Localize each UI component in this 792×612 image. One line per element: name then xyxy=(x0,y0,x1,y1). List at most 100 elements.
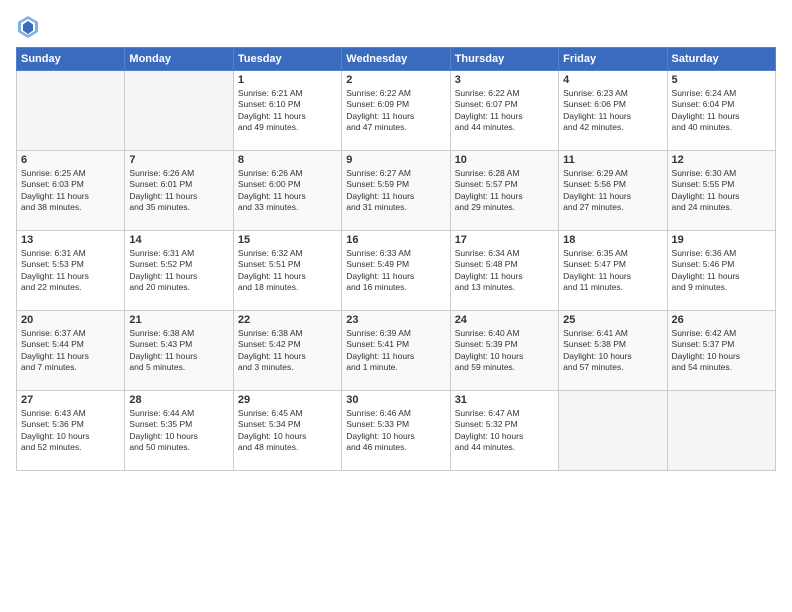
day-info: Sunrise: 6:31 AM Sunset: 5:53 PM Dayligh… xyxy=(21,248,120,294)
calendar-cell: 3 Sunrise: 6:22 AM Sunset: 6:07 PM Daylig… xyxy=(450,71,558,151)
calendar-cell xyxy=(17,71,125,151)
day-number: 13 xyxy=(21,234,120,246)
weekday-header-row: SundayMondayTuesdayWednesdayThursdayFrid… xyxy=(17,48,776,71)
day-number: 12 xyxy=(672,154,771,166)
calendar-cell: 28 Sunrise: 6:44 AM Sunset: 5:35 PM Dayli… xyxy=(125,391,233,471)
calendar-cell: 5 Sunrise: 6:24 AM Sunset: 6:04 PM Daylig… xyxy=(667,71,775,151)
day-number: 30 xyxy=(346,394,445,406)
day-info: Sunrise: 6:25 AM Sunset: 6:03 PM Dayligh… xyxy=(21,168,120,214)
logo xyxy=(16,16,38,43)
day-number: 27 xyxy=(21,394,120,406)
day-info: Sunrise: 6:22 AM Sunset: 6:07 PM Dayligh… xyxy=(455,88,554,134)
calendar-cell: 15 Sunrise: 6:32 AM Sunset: 5:51 PM Dayli… xyxy=(233,231,341,311)
day-info: Sunrise: 6:39 AM Sunset: 5:41 PM Dayligh… xyxy=(346,328,445,374)
day-info: Sunrise: 6:28 AM Sunset: 5:57 PM Dayligh… xyxy=(455,168,554,214)
day-info: Sunrise: 6:33 AM Sunset: 5:49 PM Dayligh… xyxy=(346,248,445,294)
calendar-cell: 26 Sunrise: 6:42 AM Sunset: 5:37 PM Dayli… xyxy=(667,311,775,391)
day-number: 28 xyxy=(129,394,228,406)
day-number: 17 xyxy=(455,234,554,246)
calendar-cell: 23 Sunrise: 6:39 AM Sunset: 5:41 PM Dayli… xyxy=(342,311,450,391)
day-number: 21 xyxy=(129,314,228,326)
day-info: Sunrise: 6:23 AM Sunset: 6:06 PM Dayligh… xyxy=(563,88,662,134)
day-number: 15 xyxy=(238,234,337,246)
day-info: Sunrise: 6:26 AM Sunset: 6:01 PM Dayligh… xyxy=(129,168,228,214)
day-number: 2 xyxy=(346,74,445,86)
day-number: 6 xyxy=(21,154,120,166)
calendar-cell: 30 Sunrise: 6:46 AM Sunset: 5:33 PM Dayli… xyxy=(342,391,450,471)
day-info: Sunrise: 6:26 AM Sunset: 6:00 PM Dayligh… xyxy=(238,168,337,214)
calendar-cell: 18 Sunrise: 6:35 AM Sunset: 5:47 PM Dayli… xyxy=(559,231,667,311)
calendar-cell: 29 Sunrise: 6:45 AM Sunset: 5:34 PM Dayli… xyxy=(233,391,341,471)
weekday-header-thursday: Thursday xyxy=(450,48,558,71)
day-info: Sunrise: 6:34 AM Sunset: 5:48 PM Dayligh… xyxy=(455,248,554,294)
calendar-cell: 9Sunrise: 6:27 AM Sunset: 5:59 PM Daylig… xyxy=(342,151,450,231)
week-row-2: 6 Sunrise: 6:25 AM Sunset: 6:03 PM Daylig… xyxy=(17,151,776,231)
day-number: 22 xyxy=(238,314,337,326)
week-row-3: 13 Sunrise: 6:31 AM Sunset: 5:53 PM Dayli… xyxy=(17,231,776,311)
day-info: Sunrise: 6:38 AM Sunset: 5:42 PM Dayligh… xyxy=(238,328,337,374)
calendar-cell xyxy=(559,391,667,471)
calendar-cell: 21 Sunrise: 6:38 AM Sunset: 5:43 PM Dayli… xyxy=(125,311,233,391)
day-info: Sunrise: 6:30 AM Sunset: 5:55 PM Dayligh… xyxy=(672,168,771,214)
day-info: Sunrise: 6:38 AM Sunset: 5:43 PM Dayligh… xyxy=(129,328,228,374)
week-row-1: 1Sunrise: 6:21 AM Sunset: 6:10 PM Daylig… xyxy=(17,71,776,151)
day-number: 8 xyxy=(238,154,337,166)
calendar-cell: 10 Sunrise: 6:28 AM Sunset: 5:57 PM Dayli… xyxy=(450,151,558,231)
calendar-cell: 14Sunrise: 6:31 AM Sunset: 5:52 PM Dayli… xyxy=(125,231,233,311)
calendar-table: SundayMondayTuesdayWednesdayThursdayFrid… xyxy=(16,47,776,471)
calendar-cell: 12 Sunrise: 6:30 AM Sunset: 5:55 PM Dayli… xyxy=(667,151,775,231)
day-number: 20 xyxy=(21,314,120,326)
calendar-cell: 27 Sunrise: 6:43 AM Sunset: 5:36 PM Dayli… xyxy=(17,391,125,471)
day-number: 11 xyxy=(563,154,662,166)
weekday-header-monday: Monday xyxy=(125,48,233,71)
calendar-cell xyxy=(667,391,775,471)
day-info: Sunrise: 6:35 AM Sunset: 5:47 PM Dayligh… xyxy=(563,248,662,294)
day-number: 3 xyxy=(455,74,554,86)
weekday-header-tuesday: Tuesday xyxy=(233,48,341,71)
day-info: Sunrise: 6:42 AM Sunset: 5:37 PM Dayligh… xyxy=(672,328,771,374)
day-info: Sunrise: 6:45 AM Sunset: 5:34 PM Dayligh… xyxy=(238,408,337,454)
header xyxy=(16,12,776,43)
calendar-cell: 6 Sunrise: 6:25 AM Sunset: 6:03 PM Daylig… xyxy=(17,151,125,231)
day-info: Sunrise: 6:29 AM Sunset: 5:56 PM Dayligh… xyxy=(563,168,662,214)
day-number: 24 xyxy=(455,314,554,326)
day-info: Sunrise: 6:43 AM Sunset: 5:36 PM Dayligh… xyxy=(21,408,120,454)
day-number: 7 xyxy=(129,154,228,166)
weekday-header-saturday: Saturday xyxy=(667,48,775,71)
calendar-cell: 13 Sunrise: 6:31 AM Sunset: 5:53 PM Dayli… xyxy=(17,231,125,311)
day-number: 5 xyxy=(672,74,771,86)
day-number: 10 xyxy=(455,154,554,166)
day-info: Sunrise: 6:31 AM Sunset: 5:52 PM Dayligh… xyxy=(129,248,228,294)
day-number: 23 xyxy=(346,314,445,326)
calendar-cell: 22 Sunrise: 6:38 AM Sunset: 5:42 PM Dayli… xyxy=(233,311,341,391)
day-number: 31 xyxy=(455,394,554,406)
calendar-cell: 25 Sunrise: 6:41 AM Sunset: 5:38 PM Dayli… xyxy=(559,311,667,391)
day-number: 19 xyxy=(672,234,771,246)
day-info: Sunrise: 6:46 AM Sunset: 5:33 PM Dayligh… xyxy=(346,408,445,454)
day-info: Sunrise: 6:32 AM Sunset: 5:51 PM Dayligh… xyxy=(238,248,337,294)
day-number: 26 xyxy=(672,314,771,326)
day-info: Sunrise: 6:40 AM Sunset: 5:39 PM Dayligh… xyxy=(455,328,554,374)
logo-icon xyxy=(18,16,38,38)
day-info: Sunrise: 6:36 AM Sunset: 5:46 PM Dayligh… xyxy=(672,248,771,294)
week-row-4: 20Sunrise: 6:37 AM Sunset: 5:44 PM Dayli… xyxy=(17,311,776,391)
page-container: SundayMondayTuesdayWednesdayThursdayFrid… xyxy=(0,0,792,479)
day-info: Sunrise: 6:24 AM Sunset: 6:04 PM Dayligh… xyxy=(672,88,771,134)
weekday-header-sunday: Sunday xyxy=(17,48,125,71)
day-info: Sunrise: 6:44 AM Sunset: 5:35 PM Dayligh… xyxy=(129,408,228,454)
calendar-cell: 19 Sunrise: 6:36 AM Sunset: 5:46 PM Dayli… xyxy=(667,231,775,311)
calendar-cell: 20Sunrise: 6:37 AM Sunset: 5:44 PM Dayli… xyxy=(17,311,125,391)
day-number: 18 xyxy=(563,234,662,246)
day-number: 1 xyxy=(238,74,337,86)
week-row-5: 27 Sunrise: 6:43 AM Sunset: 5:36 PM Dayli… xyxy=(17,391,776,471)
day-number: 29 xyxy=(238,394,337,406)
day-number: 16 xyxy=(346,234,445,246)
calendar-cell: 2Sunrise: 6:22 AM Sunset: 6:09 PM Daylig… xyxy=(342,71,450,151)
day-number: 25 xyxy=(563,314,662,326)
calendar-cell: 16 Sunrise: 6:33 AM Sunset: 5:49 PM Dayli… xyxy=(342,231,450,311)
calendar-cell: 31Sunrise: 6:47 AM Sunset: 5:32 PM Dayli… xyxy=(450,391,558,471)
day-info: Sunrise: 6:41 AM Sunset: 5:38 PM Dayligh… xyxy=(563,328,662,374)
weekday-header-wednesday: Wednesday xyxy=(342,48,450,71)
calendar-cell: 17 Sunrise: 6:34 AM Sunset: 5:48 PM Dayli… xyxy=(450,231,558,311)
day-info: Sunrise: 6:27 AM Sunset: 5:59 PM Dayligh… xyxy=(346,168,445,214)
